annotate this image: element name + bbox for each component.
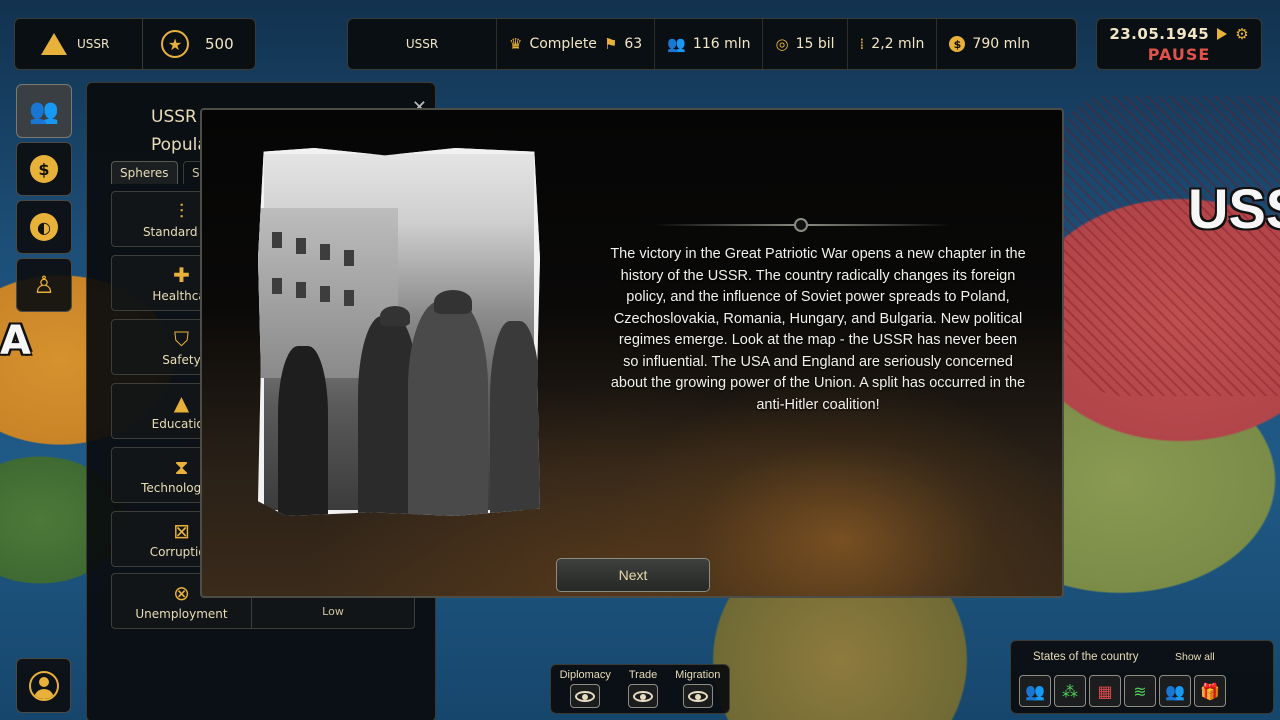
star-icon: ★ bbox=[161, 30, 189, 58]
crowd-people-icon[interactable]: ⁂ bbox=[1054, 675, 1086, 707]
states-panel: States of the country Show all 👥 ⁂ ▦ ≋ 👥… bbox=[1010, 640, 1274, 714]
eye-icon bbox=[682, 684, 713, 708]
crown-icon: ♛ bbox=[509, 35, 523, 53]
ornament-knob bbox=[794, 218, 808, 232]
states-title: States of the country bbox=[1033, 651, 1139, 663]
tab-spheres[interactable]: Spheres bbox=[111, 161, 178, 184]
photo-figure bbox=[490, 321, 540, 516]
photo-figure bbox=[278, 346, 328, 516]
eye-icon bbox=[628, 684, 659, 708]
shield-icon: ⛉ bbox=[174, 326, 189, 351]
sphere-label: Safety bbox=[162, 352, 201, 367]
stat-dollars[interactable]: $ 790 mln bbox=[936, 19, 1042, 69]
game-date: 23.05.1945 bbox=[1109, 24, 1210, 43]
date-box: 23.05.1945 ⚙ PAUSE bbox=[1096, 18, 1262, 70]
stat-dollars-value: 790 mln bbox=[972, 36, 1030, 52]
stat-status-value: Complete bbox=[529, 36, 597, 52]
play-icon[interactable] bbox=[1217, 27, 1228, 40]
leader-button[interactable]: ♙ bbox=[16, 258, 72, 312]
globe-icon: ◐ bbox=[30, 213, 58, 241]
corruption-icon: ⊠ bbox=[173, 518, 190, 543]
money-stack-icon[interactable]: ≋ bbox=[1124, 675, 1156, 707]
stat-status[interactable]: ♛ Complete ⚑ 63 bbox=[496, 19, 654, 69]
worker-people-icon[interactable]: 👥 bbox=[1159, 675, 1191, 707]
toggle-label: Diplomacy bbox=[559, 669, 611, 681]
date-row: 23.05.1945 ⚙ bbox=[1109, 25, 1248, 43]
event-modal: The victory in the Great Patriotic War o… bbox=[200, 108, 1064, 598]
photo-helmet bbox=[434, 290, 472, 314]
stat-ammo[interactable]: ⁞ 2,2 mln bbox=[846, 19, 937, 69]
event-photo bbox=[258, 148, 540, 516]
population-button[interactable]: 👥 bbox=[16, 84, 72, 138]
gear-icon[interactable]: ⚙ bbox=[1235, 25, 1248, 43]
states-icons: 👥 ⁂ ▦ ≋ 👥 🎁 bbox=[1019, 675, 1226, 707]
toggle-label: Migration bbox=[675, 669, 721, 681]
event-description: The victory in the Great Patriotic War o… bbox=[610, 246, 1026, 413]
stat-population-value: 116 mln bbox=[692, 36, 751, 52]
stat-money[interactable]: ◎ 15 bil bbox=[762, 19, 846, 69]
unemployment-icon: ⊗ bbox=[173, 580, 190, 605]
triangle-flag-icon bbox=[41, 33, 67, 55]
map-country-label: USSR bbox=[1188, 177, 1280, 240]
photo-figure bbox=[408, 301, 488, 516]
dollar-coin-icon: $ bbox=[949, 36, 966, 52]
dollar-icon: $ bbox=[30, 155, 58, 183]
economy-button[interactable]: $ bbox=[16, 142, 72, 196]
flag-icon: ⚑ bbox=[603, 35, 618, 53]
country-cell[interactable]: USSR bbox=[15, 19, 143, 69]
profile-button[interactable] bbox=[16, 658, 71, 713]
stat-population[interactable]: 👥 116 mln bbox=[654, 19, 762, 69]
population-icon: 👥 bbox=[667, 35, 686, 53]
eye-icon bbox=[570, 684, 601, 708]
toggle-trade[interactable]: Trade bbox=[628, 669, 659, 713]
hourglass-icon: ⧗ bbox=[174, 454, 189, 479]
stat-country[interactable]: USSR bbox=[348, 19, 496, 69]
ammo-icon: ⁞ bbox=[859, 35, 865, 53]
sphere-label: Unemployment bbox=[135, 606, 228, 621]
red-gift-icon[interactable]: 🎁 bbox=[1194, 675, 1226, 707]
people-standard-icon: ⫶ bbox=[179, 198, 184, 223]
stat-flags-value: 63 bbox=[624, 36, 643, 52]
pause-status[interactable]: PAUSE bbox=[1148, 45, 1211, 64]
country-name: USSR bbox=[77, 37, 110, 51]
toggle-migration[interactable]: Migration bbox=[675, 669, 720, 713]
graduation-cap-icon: ▲ bbox=[173, 390, 190, 415]
stat-money-value: 15 bil bbox=[795, 36, 835, 52]
stats-bar: USSR ♛ Complete ⚑ 63 👥 116 mln ◎ 15 bil … bbox=[347, 18, 1077, 70]
leader-podium-icon: ♙ bbox=[33, 271, 55, 299]
stat-ammo-value: 2,2 mln bbox=[871, 36, 925, 52]
stat-country-label: USSR bbox=[405, 37, 439, 51]
medkit-icon: ✚ bbox=[173, 262, 190, 287]
map-left-label: A bbox=[0, 318, 31, 364]
happy-people-icon[interactable]: 👥 bbox=[1019, 675, 1051, 707]
coins-stack-icon: ◎ bbox=[775, 35, 789, 53]
red-factory-icon[interactable]: ▦ bbox=[1089, 675, 1121, 707]
next-button[interactable]: Next bbox=[556, 558, 710, 592]
photo-helmet bbox=[380, 306, 410, 326]
score-cell[interactable]: ★ 500 bbox=[143, 19, 255, 69]
avatar-icon bbox=[28, 670, 59, 701]
ussr-territory-hatch bbox=[1064, 96, 1280, 396]
map-view-toggles: Diplomacy Trade Migration bbox=[550, 664, 730, 714]
population-icon: 👥 bbox=[29, 97, 59, 125]
toggle-label: Trade bbox=[628, 669, 658, 681]
show-all-link[interactable]: Show all bbox=[1175, 651, 1215, 663]
toggle-diplomacy[interactable]: Diplomacy bbox=[560, 669, 611, 713]
country-score-box: USSR ★ 500 bbox=[14, 18, 256, 70]
globe-button[interactable]: ◐ bbox=[16, 200, 72, 254]
score-value: 500 bbox=[205, 35, 234, 53]
